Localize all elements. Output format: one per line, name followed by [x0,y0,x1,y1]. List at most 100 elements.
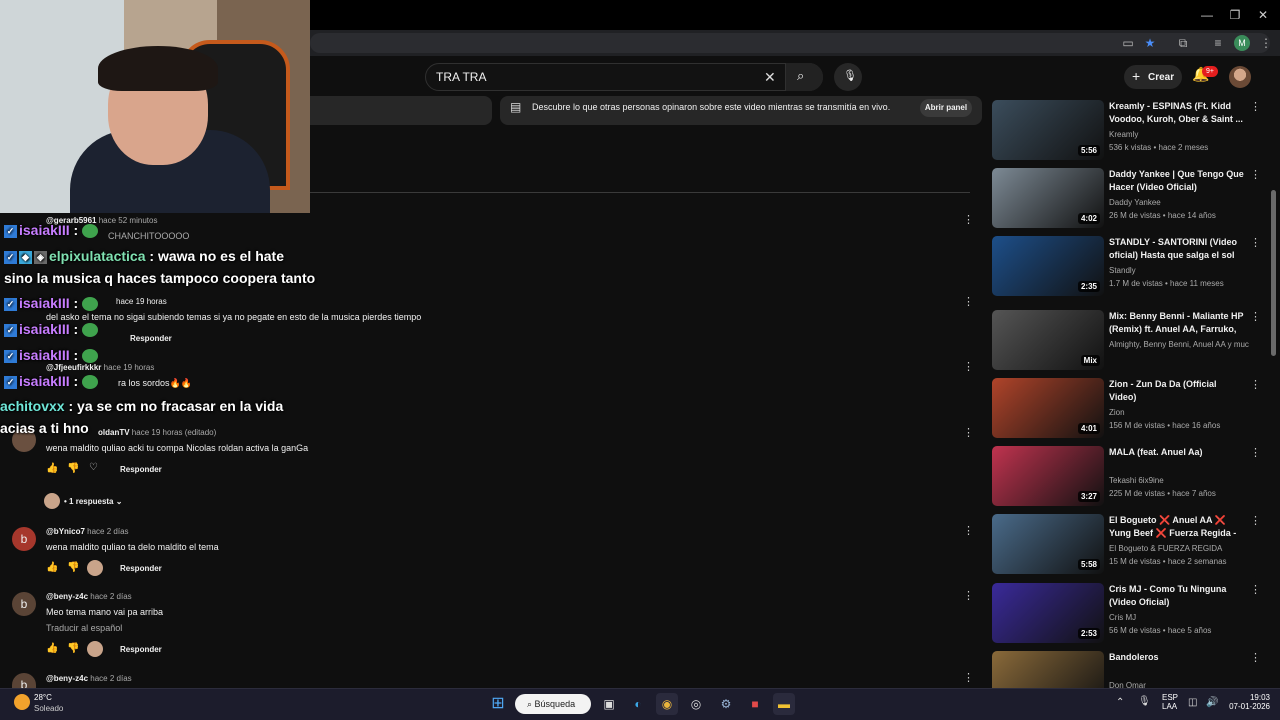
video-thumbnail[interactable]: 4:02 [992,168,1104,228]
tray-chevron-icon[interactable]: ⌃ [1116,697,1124,708]
video-menu-icon[interactable]: ⋮ [1250,651,1261,664]
clock[interactable]: 19:03 07-01-2026 [1226,693,1270,711]
like-icon[interactable]: 👍 [46,643,58,654]
video-channel[interactable]: Tekashi 6ix9ine [1109,476,1249,485]
search-button[interactable]: ⌕ [785,63,823,91]
chat-message: ✓ isaiakIII : [4,222,99,239]
settings-icon[interactable]: ⚙ [715,693,737,715]
comment-menu-icon[interactable]: ⋮ [963,361,974,373]
dislike-icon[interactable]: 👎 [67,562,79,573]
edge-icon[interactable]: ◐ [627,693,649,715]
video-channel[interactable]: Standly [1109,266,1249,275]
network-icon[interactable]: ◫ [1188,697,1197,708]
like-icon[interactable]: 👍 [46,463,58,474]
comment-author[interactable]: @beny-z4c hace 2 días [46,592,132,601]
reply-button[interactable]: Responder [120,465,162,474]
video-title[interactable]: Kreamly - ESPINAS (Ft. Kidd Voodoo, Kuro… [1109,100,1244,126]
media-icon[interactable]: ≡ [1210,35,1226,51]
bookmark-star-icon[interactable]: ★ [1142,35,1158,51]
replies-toggle[interactable]: • 1 respuesta ⌄ [64,497,122,506]
comment-author[interactable]: @Jfjeeufirkkkr hace 19 horas [46,363,154,372]
video-menu-icon[interactable]: ⋮ [1250,583,1261,596]
video-meta: 56 M de vistas • hace 5 años [1109,626,1212,635]
video-channel[interactable]: Zion [1109,408,1249,417]
video-title[interactable]: Zion - Zun Da Da (Official Video) [1109,378,1244,404]
video-menu-icon[interactable]: ⋮ [1250,100,1261,113]
video-thumbnail[interactable]: 2:35 [992,236,1104,296]
avatar[interactable]: b [12,527,36,551]
profile-icon[interactable]: M [1234,35,1250,51]
scrollbar[interactable] [1271,190,1276,356]
video-channel[interactable]: Cris MJ [1109,613,1249,622]
avatar [44,493,60,509]
maximize-icon[interactable]: ❐ [1225,6,1245,24]
video-menu-icon[interactable]: ⋮ [1250,514,1261,527]
video-channel[interactable]: Almighty, Benny Benni, Anuel AA y much..… [1109,340,1249,349]
comment-menu-icon[interactable]: ⋮ [963,590,974,602]
video-title[interactable]: El Bogueto ❌ Anuel AA ❌ Yung Beef ❌ Fuer… [1109,514,1244,540]
create-button[interactable]: + Crear [1124,65,1182,89]
like-icon[interactable]: 👍 [46,562,58,573]
task-view-icon[interactable]: ▣ [598,693,620,715]
avatar[interactable] [1229,66,1251,88]
cast-icon[interactable]: ▭ [1120,35,1136,51]
close-icon[interactable]: ✕ [1253,6,1273,24]
dislike-icon[interactable]: 👎 [67,463,79,474]
video-thumbnail[interactable]: 5:56 [992,100,1104,160]
app-icon[interactable]: ■ [744,693,766,715]
folder-icon[interactable]: ▬ [773,693,795,715]
video-thumbnail[interactable]: 2:53 [992,583,1104,643]
comment-menu-icon[interactable]: ⋮ [963,214,974,226]
comment-author[interactable]: oldanTV hace 19 horas (editado) [98,428,216,437]
video-title[interactable]: Mix: Benny Benni - Maliante HP (Remix) f… [1109,310,1244,336]
language-indicator[interactable]: ESP LAA [1162,693,1178,711]
comment-menu-icon[interactable]: ⋮ [963,672,974,684]
video-menu-icon[interactable]: ⋮ [1250,168,1261,181]
comment-menu-icon[interactable]: ⋮ [963,525,974,537]
open-panel-button[interactable]: Abrir panel [920,99,972,117]
video-channel[interactable]: Daddy Yankee [1109,198,1249,207]
video-menu-icon[interactable]: ⋮ [1250,378,1261,391]
video-duration: 5:58 [1077,559,1100,570]
comment-menu-icon[interactable]: ⋮ [963,296,974,308]
start-icon[interactable]: ⊞ [487,693,509,715]
video-channel[interactable]: El Bogueto & FUERZA REGIDA [1109,544,1249,553]
video-thumbnail[interactable]: Mix [992,310,1104,370]
video-title[interactable]: Daddy Yankee | Que Tengo Que Hacer (Vide… [1109,168,1244,194]
video-menu-icon[interactable]: ⋮ [1250,446,1261,459]
dislike-icon[interactable]: 👎 [67,643,79,654]
video-title[interactable]: MALA (feat. Anuel Aa) [1109,446,1244,459]
taskbar-search[interactable]: ⌕ Búsqueda [515,694,591,714]
video-menu-icon[interactable]: ⋮ [1250,310,1261,323]
video-thumbnail[interactable]: 5:58 [992,514,1104,574]
reply-button[interactable]: Responder [120,645,162,654]
volume-icon[interactable]: 🔊 [1206,697,1218,708]
video-title[interactable]: STANDLY - SANTORINI (Video oficial) Hast… [1109,236,1244,262]
reply-button[interactable]: Responder [130,334,172,343]
minimize-icon[interactable]: — [1197,6,1217,24]
verified-icon: ✓ [4,375,17,389]
extensions-icon[interactable]: ⧉ [1175,35,1191,51]
chat-message: acias a ti hno [0,420,89,436]
clear-search-icon[interactable]: ✕ [764,69,776,86]
chrome-icon[interactable]: ◉ [656,693,678,715]
video-title[interactable]: Bandoleros [1109,651,1244,664]
obs-icon[interactable]: ◎ [685,693,707,715]
creator-heart-avatar [87,641,103,657]
comment-menu-icon[interactable]: ⋮ [963,427,974,439]
video-menu-icon[interactable]: ⋮ [1250,236,1261,249]
reply-button[interactable]: Responder [120,564,162,573]
avatar[interactable]: b [12,592,36,616]
voice-search-button[interactable]: 🎙 [834,63,862,91]
heart-icon[interactable]: ♡ [89,462,98,473]
translate-link[interactable]: Traducir al español [46,623,122,633]
video-channel[interactable]: Kreamly [1109,130,1249,139]
video-thumbnail[interactable]: 3:27 [992,446,1104,506]
emote-icon [82,224,99,239]
video-thumbnail[interactable]: 4:01 [992,378,1104,438]
video-title[interactable]: Cris MJ - Como Tu Ninguna (Video Oficial… [1109,583,1244,609]
browser-menu-icon[interactable]: ⋮ [1258,35,1274,51]
tray-mic-icon[interactable]: 🎙 [1138,696,1151,707]
comment-author[interactable]: @beny-z4c hace 2 días [46,674,132,683]
comment-author[interactable]: @bYnico7 hace 2 días [46,527,129,536]
